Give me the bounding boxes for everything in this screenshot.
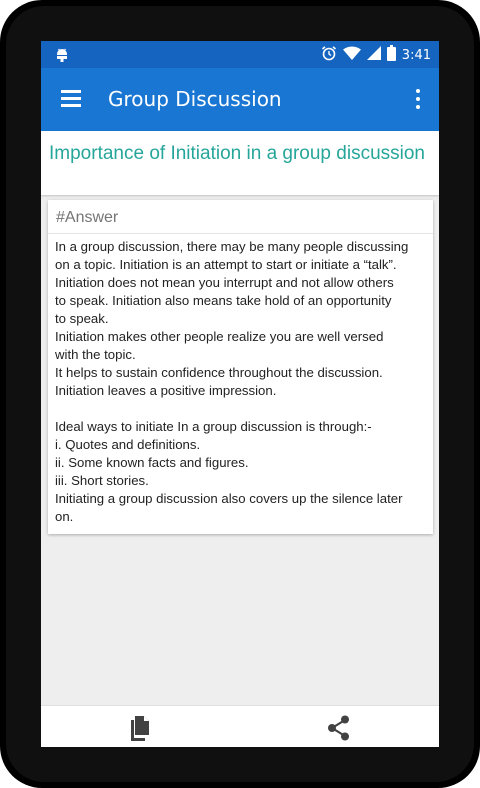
answer-line: ii. Some known facts and figures. bbox=[55, 455, 249, 470]
question-title: Importance of Initiation in a group disc… bbox=[49, 143, 425, 164]
wifi-icon bbox=[342, 46, 361, 65]
answer-line: Initiation leaves a positive impression. bbox=[55, 383, 277, 398]
bottom-bar bbox=[41, 705, 439, 747]
answer-line: i. Quotes and definitions. bbox=[55, 437, 201, 452]
battery-icon bbox=[386, 45, 396, 65]
answer-line: to speak. Initiation also means take hol… bbox=[55, 293, 392, 308]
answer-line: to speak. bbox=[55, 311, 109, 326]
android-notification-icon bbox=[55, 47, 69, 67]
cell-signal-icon bbox=[366, 46, 381, 64]
answer-heading: #Answer bbox=[56, 209, 119, 226]
answer-line: iii. Short stories. bbox=[55, 473, 149, 488]
copy-icon[interactable] bbox=[125, 714, 155, 742]
screen: 3:41 Group Discussion Importance of Init… bbox=[41, 41, 439, 747]
answer-line: It helps to sustain confidence throughou… bbox=[55, 365, 383, 380]
device-frame: 3:41 Group Discussion Importance of Init… bbox=[0, 0, 480, 788]
alarm-icon bbox=[321, 45, 337, 65]
answer-line: with the topic. bbox=[55, 347, 136, 362]
share-icon[interactable] bbox=[324, 714, 354, 742]
answer-body: In a group discussion, there may be many… bbox=[55, 238, 430, 526]
answer-line: Initiation makes other people realize yo… bbox=[55, 329, 384, 344]
answer-line: In a group discussion, there may be many… bbox=[55, 239, 409, 254]
answer-line bbox=[55, 400, 430, 418]
answer-line: Ideal ways to initiate In a group discus… bbox=[55, 419, 372, 434]
answer-line: on a topic. Initiation is an attempt to … bbox=[55, 257, 397, 272]
answer-card: #Answer In a group discussion, there may… bbox=[48, 200, 433, 534]
answer-line: Initiating a group discussion also cover… bbox=[55, 491, 403, 506]
status-time: 3:41 bbox=[401, 47, 431, 63]
more-options-icon[interactable] bbox=[415, 89, 421, 109]
divider bbox=[48, 233, 433, 234]
menu-icon[interactable] bbox=[61, 90, 83, 108]
status-bar: 3:41 bbox=[41, 41, 439, 68]
question-header: Importance of Initiation in a group disc… bbox=[41, 131, 439, 195]
answer-line: Initiation does not mean you interrupt a… bbox=[55, 275, 394, 290]
app-bar: Group Discussion bbox=[41, 68, 439, 131]
app-title: Group Discussion bbox=[108, 87, 282, 111]
answer-line: on. bbox=[55, 509, 74, 524]
